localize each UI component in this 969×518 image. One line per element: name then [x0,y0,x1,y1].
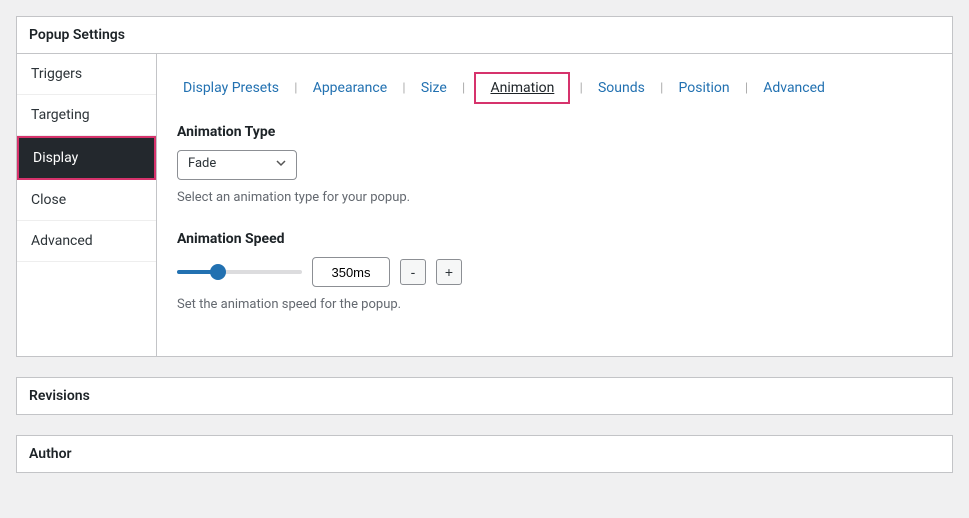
popup-settings-header: Popup Settings [17,17,952,54]
tab-appearance[interactable]: Appearance [307,76,393,100]
animation-type-select[interactable]: Fade [177,150,297,180]
tab-separator: | [745,81,748,96]
animation-speed-row: - + [177,257,932,287]
speed-increase-button[interactable]: + [436,259,462,285]
tab-separator: | [402,81,405,96]
tab-separator: | [462,81,465,96]
sidebar-item-advanced[interactable]: Advanced [17,221,156,262]
tab-separator: | [294,81,297,96]
tab-size[interactable]: Size [415,76,453,100]
popup-settings-title: Popup Settings [29,27,125,43]
sidebar-item-triggers[interactable]: Triggers [17,54,156,95]
sidebar-item-display[interactable]: Display [17,136,156,180]
animation-type-group: Animation Type Fade Select an animation … [177,124,932,205]
animation-speed-help: Set the animation speed for the popup. [177,297,932,312]
tab-sounds[interactable]: Sounds [592,76,651,100]
sidebar-item-close[interactable]: Close [17,180,156,221]
animation-speed-group: Animation Speed - + Set the animation sp… [177,231,932,312]
tabs: Display Presets | Appearance | Size | An… [177,72,932,104]
tab-separator: | [660,81,663,96]
tab-animation[interactable]: Animation [474,72,570,104]
tab-advanced[interactable]: Advanced [757,76,831,100]
tab-display-presets[interactable]: Display Presets [177,76,285,100]
animation-type-select-wrap: Fade [177,150,297,180]
popup-settings-panel: Popup Settings Triggers Targeting Displa… [16,16,953,357]
content-area: Display Presets | Appearance | Size | An… [157,54,952,356]
tab-position[interactable]: Position [673,76,736,100]
revisions-title: Revisions [29,388,90,404]
tab-separator: | [580,81,583,96]
animation-speed-label: Animation Speed [177,231,932,247]
animation-type-label: Animation Type [177,124,932,140]
animation-type-help: Select an animation type for your popup. [177,190,932,205]
sidebar: Triggers Targeting Display Close Advance… [17,54,157,356]
revisions-panel[interactable]: Revisions [16,377,953,415]
speed-decrease-button[interactable]: - [400,259,426,285]
author-panel[interactable]: Author [16,435,953,473]
animation-speed-input[interactable] [312,257,390,287]
popup-settings-body: Triggers Targeting Display Close Advance… [17,54,952,356]
sidebar-item-targeting[interactable]: Targeting [17,95,156,136]
animation-speed-slider[interactable] [177,270,302,274]
author-title: Author [29,446,72,462]
